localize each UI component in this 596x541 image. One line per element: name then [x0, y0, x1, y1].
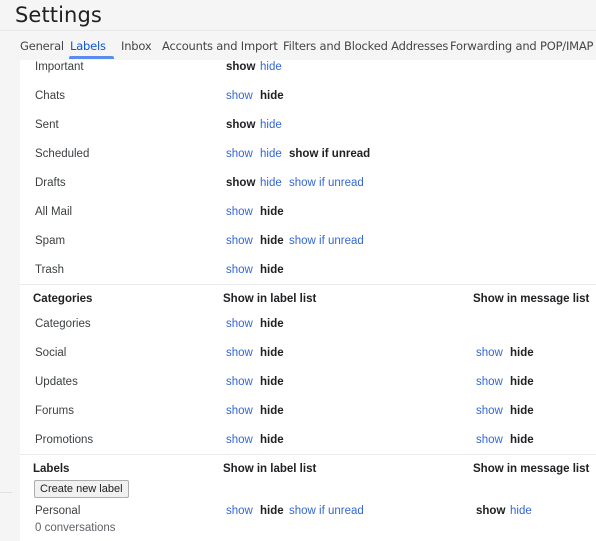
hide-option[interactable]: hide — [260, 264, 284, 276]
show-option[interactable]: show — [226, 61, 255, 73]
show-if-unread-option[interactable]: show if unread — [289, 148, 370, 160]
message-list-show-option[interactable]: show — [476, 434, 503, 446]
tab-general[interactable]: General — [20, 39, 64, 53]
message-list-hide-option[interactable]: hide — [510, 405, 534, 417]
show-option[interactable]: show — [226, 148, 253, 160]
message-list-hide-option[interactable]: hide — [510, 505, 532, 517]
category-row-promotions: Promotions show hide show hide — [20, 434, 596, 463]
category-row-updates: Updates show hide show hide — [20, 376, 596, 405]
category-row-social: Social show hide show hide — [20, 347, 596, 376]
label-name[interactable]: Personal — [35, 505, 80, 517]
tab-labels[interactable]: Labels — [70, 39, 106, 53]
categories-message-list-header: Show in message list — [473, 293, 590, 305]
label-list-show-option[interactable]: show — [226, 376, 253, 388]
label-list-hide-option[interactable]: hide — [260, 405, 284, 417]
hide-option[interactable]: hide — [260, 177, 282, 189]
categories-label-list-header: Show in label list — [223, 293, 317, 305]
labels-header: Labels — [33, 463, 70, 475]
label-list-hide-option[interactable]: hide — [260, 347, 284, 359]
tab-inbox[interactable]: Inbox — [121, 39, 152, 53]
category-name: Social — [35, 347, 67, 359]
show-option[interactable]: show — [226, 264, 253, 276]
hide-option[interactable]: hide — [260, 119, 282, 131]
category-name: Promotions — [35, 434, 94, 446]
system-label-row-trash: Trash show hide — [20, 264, 596, 293]
label-list-show-option[interactable]: show — [226, 318, 253, 330]
label-name: Drafts — [35, 177, 66, 189]
show-option[interactable]: show — [226, 119, 255, 131]
label-conversation-count: 0 conversations — [35, 522, 116, 534]
system-label-row-sent: Sent show hide — [20, 119, 596, 148]
hide-option[interactable]: hide — [260, 148, 282, 160]
show-if-unread-option[interactable]: show if unread — [289, 235, 364, 247]
label-name: Chats — [35, 90, 66, 102]
show-option[interactable]: show — [226, 206, 253, 218]
system-label-row-chats: Chats show hide — [20, 90, 596, 119]
category-name: Forums — [35, 405, 74, 417]
left-gutter-divider — [0, 492, 12, 493]
message-list-show-option[interactable]: show — [476, 405, 503, 417]
page-title: Settings — [15, 3, 102, 27]
category-name: Categories — [35, 318, 91, 330]
system-label-row-scheduled: Scheduled show hide show if unread — [20, 148, 596, 177]
message-list-hide-option[interactable]: hide — [510, 376, 534, 388]
label-list-hide-option[interactable]: hide — [260, 505, 284, 517]
tab-forwarding-and-pop-imap[interactable]: Forwarding and POP/IMAP — [450, 39, 593, 53]
create-new-label-button[interactable]: Create new label — [34, 480, 129, 498]
label-list-show-option[interactable]: show — [226, 405, 253, 417]
system-label-row-drafts: Drafts show hide show if unread — [20, 177, 596, 206]
message-list-show-option[interactable]: show — [476, 376, 503, 388]
message-list-hide-option[interactable]: hide — [510, 347, 534, 359]
categories-header: Categories — [33, 293, 93, 305]
show-if-unread-option[interactable]: show if unread — [289, 177, 364, 189]
tab-accounts-and-import[interactable]: Accounts and Import — [162, 39, 278, 53]
label-list-show-option[interactable]: show — [226, 505, 253, 517]
active-tab-indicator — [69, 56, 114, 59]
system-label-row-all-mail: All Mail show hide — [20, 206, 596, 235]
message-list-hide-option[interactable]: hide — [510, 434, 534, 446]
category-row-categories: Categories show hide — [20, 318, 596, 347]
label-list-show-option[interactable]: show — [226, 347, 253, 359]
settings-header: Settings — [0, 0, 596, 30]
hide-option[interactable]: hide — [260, 235, 284, 247]
label-name: All Mail — [35, 206, 73, 218]
label-name: Important — [35, 61, 84, 73]
show-option[interactable]: show — [226, 177, 255, 189]
label-list-show-if-unread-option[interactable]: show if unread — [289, 505, 364, 517]
message-list-show-option[interactable]: show — [476, 347, 503, 359]
label-name: Spam — [35, 235, 66, 247]
section-divider — [20, 284, 596, 285]
tab-filters-and-blocked-addresses[interactable]: Filters and Blocked Addresses — [283, 39, 448, 53]
category-name: Updates — [35, 376, 78, 388]
labels-message-list-header: Show in message list — [473, 463, 590, 475]
show-option[interactable]: show — [226, 235, 253, 247]
labels-label-list-header: Show in label list — [223, 463, 317, 475]
section-divider — [20, 454, 596, 455]
hide-option[interactable]: hide — [260, 206, 284, 218]
labels-settings-panel: Important show hide Chats show hide Sent… — [20, 60, 596, 541]
system-label-row-spam: Spam show hide show if unread — [20, 235, 596, 264]
label-list-hide-option[interactable]: hide — [260, 318, 284, 330]
label-name: Sent — [35, 119, 59, 131]
category-row-forums: Forums show hide show hide — [20, 405, 596, 434]
system-label-row-important: Important show hide — [20, 61, 596, 90]
label-list-hide-option[interactable]: hide — [260, 376, 284, 388]
label-list-hide-option[interactable]: hide — [260, 434, 284, 446]
show-option[interactable]: show — [226, 90, 253, 102]
left-gutter — [0, 60, 20, 541]
label-name: Scheduled — [35, 148, 90, 160]
hide-option[interactable]: hide — [260, 90, 284, 102]
label-name: Trash — [35, 264, 64, 276]
message-list-show-option[interactable]: show — [476, 505, 505, 517]
hide-option[interactable]: hide — [260, 61, 282, 73]
label-list-show-option[interactable]: show — [226, 434, 253, 446]
